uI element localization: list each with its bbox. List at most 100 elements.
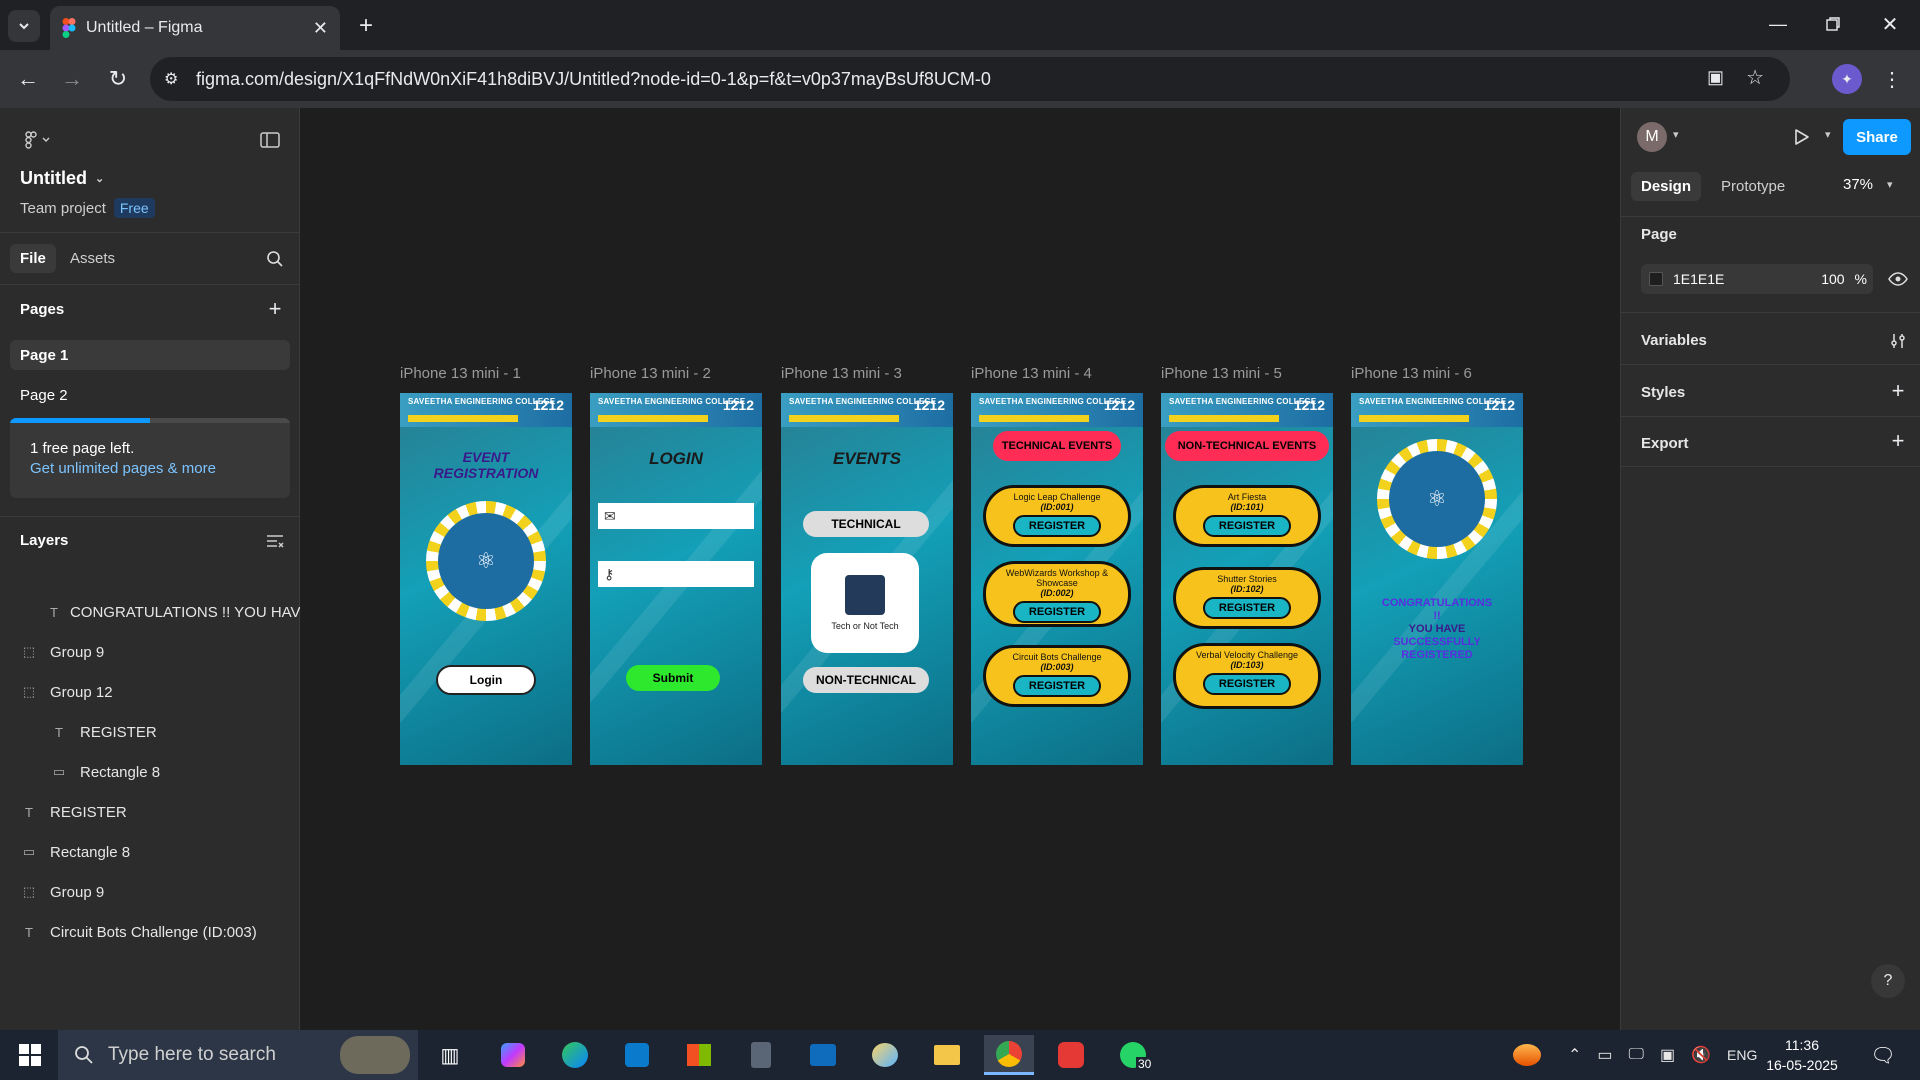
zoom-control[interactable]: 37% ▾ xyxy=(1843,176,1893,193)
canvas[interactable]: iPhone 13 mini - 1 iPhone 13 mini - 2 iP… xyxy=(300,108,1620,1080)
layer-row[interactable]: T REGISTER xyxy=(0,716,300,748)
weather-widget[interactable] xyxy=(1502,1035,1552,1075)
restore-button[interactable] xyxy=(1815,8,1851,40)
new-tab-button[interactable]: + xyxy=(352,12,380,40)
layer-row[interactable]: ⬚ Group 12 xyxy=(0,676,300,708)
battery-icon[interactable]: ▭ xyxy=(1597,1045,1612,1065)
color-swatch[interactable] xyxy=(1649,272,1663,286)
chevron-down-icon[interactable]: ▾ xyxy=(1825,128,1831,141)
file-name[interactable]: Untitled ⌄ xyxy=(20,168,104,189)
layer-label: image 3 xyxy=(80,523,134,541)
close-tab-icon[interactable]: ✕ xyxy=(313,18,328,39)
reload-button[interactable]: ↻ xyxy=(102,63,134,95)
layers-options-button[interactable] xyxy=(262,528,288,554)
toggle-sidebar-button[interactable] xyxy=(256,128,284,152)
sliders-icon xyxy=(1891,334,1905,348)
browser-menu-button[interactable]: ⋮ xyxy=(1878,64,1906,94)
frame-iphone-3[interactable]: SAVEETHA ENGINEERING COLLEGE 1212 EVENTS … xyxy=(781,393,953,765)
frame-label-4[interactable]: iPhone 13 mini - 4 xyxy=(971,365,1092,382)
taskbar-search[interactable]: Type here to search xyxy=(58,1030,418,1080)
header-ribbon xyxy=(1359,415,1469,422)
upgrade-link[interactable]: Get unlimited pages & more xyxy=(30,460,216,477)
main-menu-button[interactable] xyxy=(18,126,58,154)
file-explorer-app[interactable] xyxy=(922,1035,972,1075)
frame-label-1[interactable]: iPhone 13 mini - 1 xyxy=(400,365,521,382)
layer-row[interactable]: ⬚ Group 9 xyxy=(0,876,300,908)
outlook-app[interactable] xyxy=(798,1035,848,1075)
add-export-button[interactable]: + xyxy=(1885,428,1911,454)
frame-iphone-6[interactable]: SAVEETHA ENGINEERING COLLEGE 1212 ⚛ CONGR… xyxy=(1351,393,1523,765)
frame-iphone-2[interactable]: SAVEETHA ENGINEERING COLLEGE 1212 LOGIN ✉… xyxy=(590,393,762,765)
wps-app[interactable] xyxy=(1046,1035,1096,1075)
layer-row[interactable]: ▭ Rectangle 8 xyxy=(0,836,300,868)
chevron-up-icon[interactable]: ⌃ xyxy=(1568,1045,1581,1065)
install-app-icon[interactable]: ▣ xyxy=(1707,67,1724,88)
search-layers-button[interactable] xyxy=(262,246,288,272)
add-style-button[interactable]: + xyxy=(1885,378,1911,404)
frame-iphone-4[interactable]: SAVEETHA ENGINEERING COLLEGE 1212 TECHNIC… xyxy=(971,393,1143,765)
close-window-button[interactable]: ✕ xyxy=(1872,8,1908,40)
calculator-app[interactable] xyxy=(736,1035,786,1075)
present-button[interactable] xyxy=(1787,122,1817,152)
minimize-button[interactable]: — xyxy=(1760,8,1796,40)
task-view-button[interactable]: ▥ xyxy=(425,1035,475,1075)
vscode-icon xyxy=(625,1043,649,1067)
frame-iphone-5[interactable]: SAVEETHA ENGINEERING COLLEGE 1212 NON-TEC… xyxy=(1161,393,1333,765)
toggle-visibility-button[interactable] xyxy=(1885,266,1911,292)
layer-row[interactable]: T CONGRATULATIONS !! YOU HAVE xyxy=(0,596,300,628)
user-avatar[interactable]: M xyxy=(1637,122,1667,152)
start-button[interactable] xyxy=(5,1035,55,1075)
help-button[interactable]: ? xyxy=(1871,964,1905,998)
tab-assets[interactable]: Assets xyxy=(60,244,125,273)
frame-label-2[interactable]: iPhone 13 mini - 2 xyxy=(590,365,711,382)
msg-line-4: SUCCESSFULLY xyxy=(1393,636,1481,648)
tab-design[interactable]: Design xyxy=(1631,172,1702,201)
share-button[interactable]: Share xyxy=(1843,119,1911,155)
frame-label-5[interactable]: iPhone 13 mini - 5 xyxy=(1161,365,1282,382)
back-button[interactable]: ← xyxy=(12,63,44,95)
edge-app[interactable] xyxy=(550,1035,600,1075)
chrome-app[interactable] xyxy=(984,1035,1034,1075)
frame-iphone-1[interactable]: SAVEETHA ENGINEERING COLLEGE 1212 EVENT R… xyxy=(400,393,572,765)
plus-icon: + xyxy=(1891,428,1905,453)
whatsapp-app[interactable]: 30 xyxy=(1108,1035,1158,1075)
bookmark-star-icon[interactable]: ☆ xyxy=(1746,65,1764,90)
volume-muted-icon[interactable]: 🔇 xyxy=(1691,1045,1711,1065)
frame-label-6[interactable]: iPhone 13 mini - 6 xyxy=(1351,365,1472,382)
notifications-button[interactable]: 🗨 xyxy=(1858,1035,1908,1075)
page-fill-field[interactable]: 1E1E1E 100 % xyxy=(1641,264,1873,294)
clock[interactable]: 11:36 16-05-2025 xyxy=(1762,1035,1842,1075)
layer-row[interactable]: T Circuit Bots Challenge (ID:003) xyxy=(0,916,300,948)
store-app[interactable] xyxy=(674,1035,724,1075)
eye-icon xyxy=(1888,272,1908,286)
page-opacity-value: 100 xyxy=(1821,271,1845,287)
forward-button[interactable]: → xyxy=(56,63,88,95)
page-item-1[interactable]: Page 1 xyxy=(10,340,290,370)
tab-prototype[interactable]: Prototype xyxy=(1711,172,1795,201)
camera-icon[interactable]: ▣ xyxy=(1660,1045,1675,1065)
copilot-app[interactable] xyxy=(488,1035,538,1075)
layer-row[interactable]: ▭ Rectangle 8 xyxy=(0,756,300,788)
language-indicator[interactable]: ENG xyxy=(1727,1047,1757,1063)
figma-menu-icon xyxy=(25,131,50,149)
browser-tab[interactable]: Untitled – Figma ✕ xyxy=(50,6,340,50)
tab-list-button[interactable] xyxy=(8,10,40,42)
variables-button[interactable] xyxy=(1885,328,1911,354)
frame-label-3[interactable]: iPhone 13 mini - 3 xyxy=(781,365,902,382)
paint-app[interactable] xyxy=(860,1035,910,1075)
folder-icon xyxy=(934,1045,960,1065)
add-page-button[interactable]: + xyxy=(262,296,288,322)
tab-file[interactable]: File xyxy=(10,244,56,273)
event-id: (ID:002) xyxy=(1040,588,1074,598)
layer-row[interactable]: T REGISTER xyxy=(0,796,300,828)
tech-logo-card: Tech or Not Tech xyxy=(811,553,919,653)
page-item-2[interactable]: Page 2 xyxy=(10,380,290,410)
address-bar[interactable]: ⚙ figma.com/design/X1qFfNdW0nXiF41h8diBV… xyxy=(150,57,1790,101)
profile-avatar[interactable]: ✦ xyxy=(1832,64,1862,94)
site-settings-icon[interactable]: ⚙ xyxy=(164,69,178,89)
layer-row[interactable]: ▨ image 2 xyxy=(0,582,300,588)
vscode-app[interactable] xyxy=(612,1035,662,1075)
layer-row[interactable]: ⬚ Group 9 xyxy=(0,636,300,668)
network-icon[interactable]: 🖵 xyxy=(1629,1046,1644,1064)
chevron-down-icon[interactable]: ▾ xyxy=(1673,128,1679,141)
